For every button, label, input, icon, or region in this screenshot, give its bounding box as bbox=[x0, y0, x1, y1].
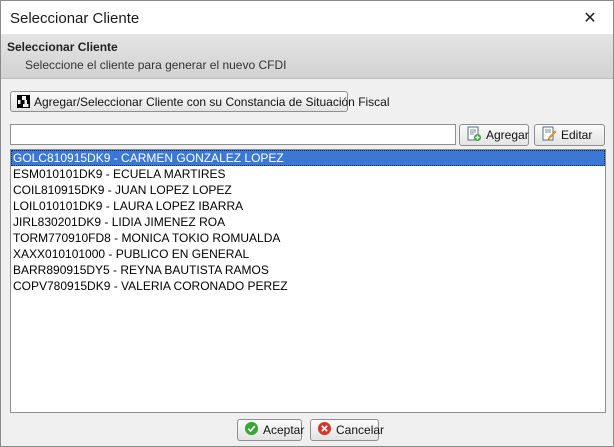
client-list-item[interactable]: COIL810915DK9 - JUAN LOPEZ LOPEZ bbox=[11, 182, 605, 198]
cancelar-button[interactable]: Cancelar bbox=[310, 419, 384, 441]
add-document-icon bbox=[466, 126, 482, 145]
client-list-item[interactable]: COPV780915DK9 - VALERIA CORONADO PEREZ bbox=[11, 278, 605, 294]
client-list[interactable]: GOLC810915DK9 - CARMEN GONZALEZ LOPEZ ESM… bbox=[10, 149, 606, 413]
client-list-item[interactable]: XAXX010101000 - PUBLICO EN GENERAL bbox=[11, 246, 605, 262]
add-select-client-by-constancia-button[interactable]: Agregar/Seleccionar Cliente con su Const… bbox=[10, 91, 390, 112]
cancelar-label: Cancelar bbox=[336, 423, 385, 437]
close-icon: ✕ bbox=[583, 9, 597, 27]
client-list-item[interactable]: GOLC810915DK9 - CARMEN GONZALEZ LOPEZ bbox=[11, 150, 605, 166]
window-title: Seleccionar Cliente bbox=[10, 10, 140, 27]
agregar-button[interactable]: Agregar bbox=[459, 124, 529, 146]
editar-button[interactable]: Editar bbox=[534, 124, 605, 146]
client-list-item[interactable]: JIRL830201DK9 - LIDIA JIMENEZ ROA bbox=[11, 214, 605, 230]
aceptar-button[interactable]: Aceptar bbox=[237, 419, 305, 441]
check-circle-icon bbox=[244, 421, 259, 439]
client-list-item[interactable]: ESM010101DK9 - ECUELA MARTIRES bbox=[11, 166, 605, 182]
aceptar-label: Aceptar bbox=[263, 423, 305, 437]
client-list-item[interactable]: BARR890915DY5 - REYNA BAUTISTA RAMOS bbox=[11, 262, 605, 278]
title-bar: Seleccionar Cliente ✕ bbox=[1, 1, 613, 34]
edit-document-icon bbox=[541, 126, 557, 145]
client-list-item[interactable]: LOIL010101DK9 - LAURA LOPEZ IBARRA bbox=[11, 198, 605, 214]
header-title: Seleccionar Cliente bbox=[7, 40, 118, 54]
qr-code-icon bbox=[17, 95, 30, 108]
header-subtitle: Seleccione el cliente para generar el nu… bbox=[25, 58, 287, 72]
editar-label: Editar bbox=[561, 128, 593, 142]
qr-button-label: Agregar/Seleccionar Cliente con su Const… bbox=[34, 94, 390, 109]
cancel-circle-icon bbox=[317, 421, 332, 439]
client-list-item[interactable]: TORM770910FD8 - MONICA TOKIO ROMUALDA bbox=[11, 230, 605, 246]
close-button[interactable]: ✕ bbox=[567, 1, 613, 34]
agregar-label: Agregar bbox=[486, 128, 529, 142]
header-band: Seleccionar Cliente Seleccione el client… bbox=[1, 34, 613, 79]
dialog-window: Seleccionar Cliente ✕ Seleccionar Client… bbox=[0, 0, 614, 447]
client-search-input[interactable] bbox=[10, 124, 456, 145]
